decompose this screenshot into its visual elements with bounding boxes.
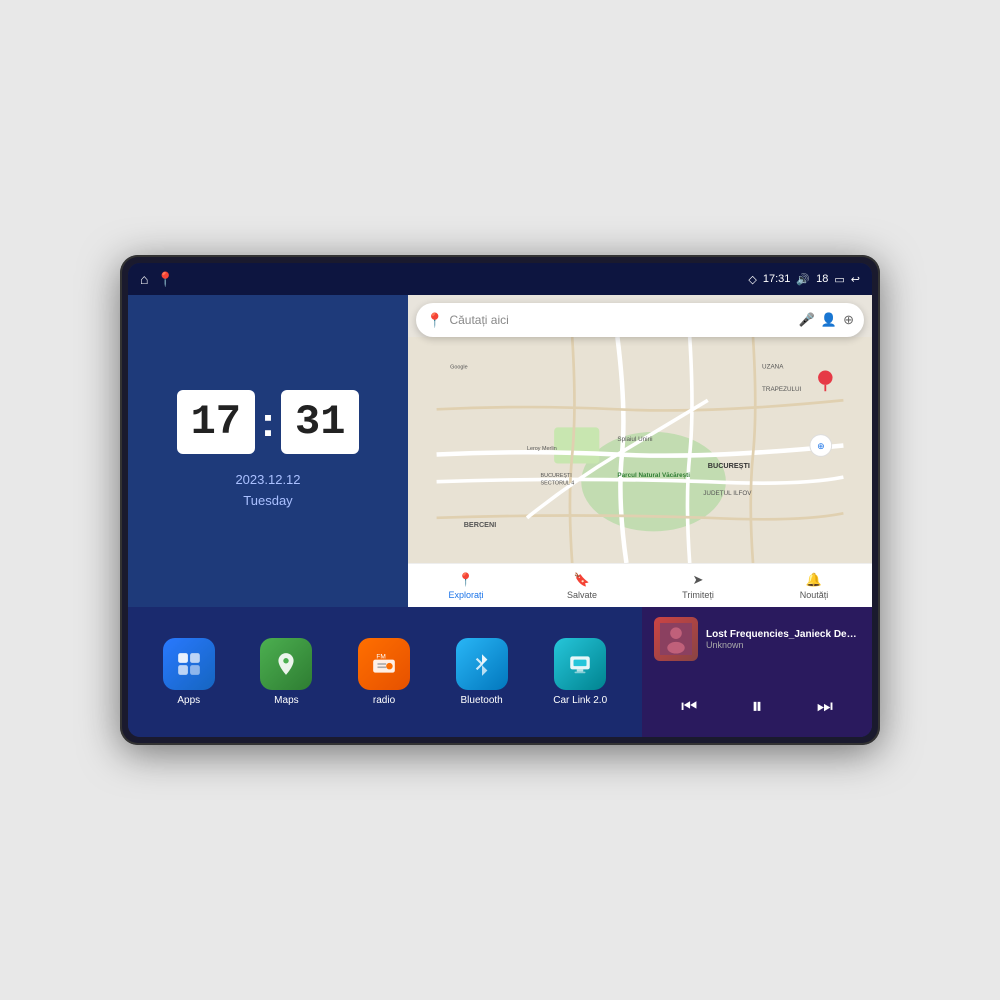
app-item-apps[interactable]: Apps — [163, 638, 215, 706]
clock-minutes: 31 — [281, 390, 359, 454]
svg-text:FM: FM — [376, 654, 385, 661]
map-nav-saved[interactable]: 🔖 Salvate — [524, 564, 640, 607]
map-nav-explore[interactable]: 📍 Explorați — [408, 564, 524, 607]
app-item-maps[interactable]: Maps — [260, 638, 312, 706]
clock-colon: : — [261, 398, 275, 446]
signal-icon: ◇ — [748, 273, 756, 286]
map-bottom-nav: 📍 Explorați 🔖 Salvate ➤ Trimiteți 🔔 — [408, 563, 872, 607]
explore-icon: 📍 — [458, 572, 474, 588]
saved-icon: 🔖 — [574, 572, 590, 588]
svg-text:TRAPEZULUI: TRAPEZULUI — [762, 386, 802, 393]
music-controls: ⏮ ⏸ ⏭ — [654, 685, 860, 727]
clock-display: 17 : 31 — [177, 390, 360, 454]
music-info: Lost Frequencies_Janieck Devy-... Unknow… — [654, 617, 860, 661]
bluetooth-icon — [456, 638, 508, 690]
carlink-label: Car Link 2.0 — [553, 695, 607, 706]
time-display: 17:31 — [763, 273, 791, 285]
saved-label: Salvate — [567, 590, 597, 600]
app-item-bluetooth[interactable]: Bluetooth — [456, 638, 508, 706]
svg-text:Splaiul Unirii: Splaiul Unirii — [617, 436, 652, 443]
carlink-icon — [554, 638, 606, 690]
maps-icon — [260, 638, 312, 690]
day-text: Tuesday — [235, 491, 300, 512]
music-next-button[interactable]: ⏭ — [807, 692, 843, 721]
apps-icon — [163, 638, 215, 690]
home-icon[interactable]: ⌂ — [140, 271, 148, 287]
map-widget[interactable]: 📍 Căutați aici 🎤 👤 ⊕ — [408, 295, 872, 607]
app-item-radio[interactable]: FM radio — [358, 638, 410, 706]
svg-text:BUCUREȘTI: BUCUREȘTI — [541, 473, 572, 479]
battery-level: 18 — [816, 273, 828, 285]
back-icon[interactable]: ↩ — [851, 273, 860, 286]
svg-text:BERCENI: BERCENI — [464, 520, 497, 529]
news-label: Noutăți — [800, 590, 829, 600]
map-search-placeholder[interactable]: Căutați aici — [449, 313, 792, 327]
battery-icon: ▭ — [834, 273, 844, 286]
layers-icon[interactable]: ⊕ — [843, 312, 854, 328]
svg-text:⊕: ⊕ — [817, 441, 825, 451]
main-content: 17 : 31 2023.12.12 Tuesday 📍 Căutați aic… — [128, 295, 872, 737]
status-right: ◇ 17:31 🔊 18 ▭ ↩ — [748, 273, 860, 286]
apps-label: Apps — [177, 695, 200, 706]
radio-label: radio — [373, 695, 395, 706]
map-search-actions: 🎤 👤 ⊕ — [799, 312, 854, 328]
clock-date: 2023.12.12 Tuesday — [235, 470, 300, 512]
music-artist: Unknown — [706, 640, 860, 650]
apps-bar: Apps Maps — [128, 607, 642, 737]
news-icon: 🔔 — [806, 572, 822, 588]
clock-hours: 17 — [177, 390, 255, 454]
svg-text:Leroy Merlin: Leroy Merlin — [527, 446, 557, 452]
music-widget: Lost Frequencies_Janieck Devy-... Unknow… — [642, 607, 872, 737]
music-title: Lost Frequencies_Janieck Devy-... — [706, 629, 860, 640]
map-container: BERCENI BUCUREȘTI JUDEȚUL ILFOV TRAPEZUL… — [408, 337, 872, 563]
maps-shortcut-icon[interactable]: 📍 — [156, 271, 173, 288]
music-thumbnail — [654, 617, 698, 661]
svg-text:UZANA: UZANA — [762, 364, 784, 371]
map-search-bar[interactable]: 📍 Căutați aici 🎤 👤 ⊕ — [416, 303, 864, 337]
status-bar: ⌂ 📍 ◇ 17:31 🔊 18 ▭ ↩ — [128, 263, 872, 295]
clock-widget: 17 : 31 2023.12.12 Tuesday — [128, 295, 408, 607]
device-screen: ⌂ 📍 ◇ 17:31 🔊 18 ▭ ↩ 17 : — [128, 263, 872, 737]
car-head-unit: ⌂ 📍 ◇ 17:31 🔊 18 ▭ ↩ 17 : — [120, 255, 880, 745]
top-section: 17 : 31 2023.12.12 Tuesday 📍 Căutați aic… — [128, 295, 872, 607]
music-text: Lost Frequencies_Janieck Devy-... Unknow… — [706, 629, 860, 650]
bluetooth-label: Bluetooth — [460, 695, 502, 706]
app-item-carlink[interactable]: Car Link 2.0 — [553, 638, 607, 706]
svg-text:Parcul Natural Văcărești: Parcul Natural Văcărești — [617, 472, 690, 479]
explore-label: Explorați — [448, 590, 483, 600]
svg-text:JUDEȚUL ILFOV: JUDEȚUL ILFOV — [703, 490, 752, 497]
account-icon[interactable]: 👤 — [821, 312, 837, 328]
volume-icon: 🔊 — [796, 273, 810, 286]
maps-label: Maps — [274, 695, 298, 706]
map-pin-icon: 📍 — [426, 312, 443, 329]
svg-text:BUCUREȘTI: BUCUREȘTI — [708, 461, 750, 470]
status-left: ⌂ 📍 — [140, 271, 174, 288]
bottom-section: Apps Maps — [128, 607, 872, 737]
svg-text:SECTORUL 4: SECTORUL 4 — [541, 480, 575, 486]
music-prev-button[interactable]: ⏮ — [671, 692, 707, 721]
map-nav-send[interactable]: ➤ Trimiteți — [640, 564, 756, 607]
map-nav-news[interactable]: 🔔 Noutăți — [756, 564, 872, 607]
send-label: Trimiteți — [682, 590, 714, 600]
send-icon: ➤ — [693, 572, 704, 588]
date-text: 2023.12.12 — [235, 470, 300, 491]
music-play-button[interactable]: ⏸ — [741, 689, 772, 723]
svg-text:Google: Google — [450, 365, 467, 371]
radio-icon: FM — [358, 638, 410, 690]
voice-search-icon[interactable]: 🎤 — [799, 312, 815, 328]
